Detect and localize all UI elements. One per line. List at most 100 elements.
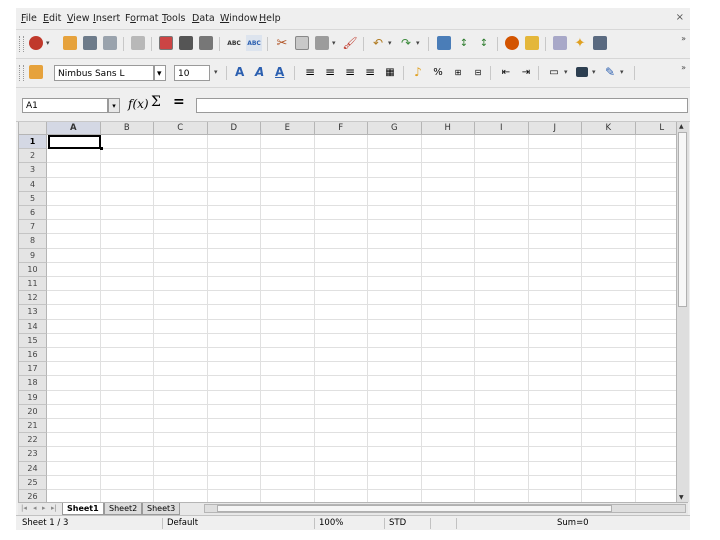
chart-icon[interactable]: [504, 35, 520, 51]
toolbar-grip[interactable]: [19, 36, 24, 52]
sum-icon[interactable]: Σ: [151, 94, 161, 110]
format-paintbrush-icon[interactable]: 🖌: [342, 35, 358, 51]
hyperlink-icon[interactable]: [436, 35, 452, 51]
email-icon[interactable]: [102, 35, 118, 51]
first-sheet-icon[interactable]: |◂: [21, 504, 27, 512]
menu-insert[interactable]: Insert: [93, 13, 120, 24]
row-header-1[interactable]: 1: [19, 135, 47, 150]
align-right-icon[interactable]: ≡: [342, 64, 358, 80]
zoom-level[interactable]: 100%: [314, 518, 380, 529]
print-preview-icon[interactable]: [198, 35, 214, 51]
select-all-corner[interactable]: [19, 122, 47, 135]
underline-button[interactable]: A: [275, 65, 284, 79]
row-header-7[interactable]: 7: [19, 220, 47, 235]
row-header-5[interactable]: 5: [19, 191, 47, 206]
row-header-10[interactable]: 10: [19, 262, 47, 277]
vertical-scroll-thumb[interactable]: [678, 132, 687, 307]
row-header-17[interactable]: 17: [19, 362, 47, 377]
column-header-d[interactable]: D: [207, 122, 261, 135]
font-color-dropdown-icon[interactable]: ▾: [620, 68, 624, 76]
column-header-g[interactable]: G: [368, 122, 422, 135]
formula-input[interactable]: [196, 98, 688, 113]
row-header-8[interactable]: 8: [19, 234, 47, 249]
data-sources-icon[interactable]: [592, 35, 608, 51]
column-header-h[interactable]: H: [421, 122, 475, 135]
font-name-dropdown-icon[interactable]: ▾: [154, 65, 166, 81]
sheet-tab-1[interactable]: Sheet1: [62, 503, 104, 515]
previous-sheet-icon[interactable]: ◂: [33, 504, 37, 512]
row-header-12[interactable]: 12: [19, 291, 47, 306]
draw-functions-icon[interactable]: [524, 35, 540, 51]
cut-icon[interactable]: ✂: [274, 35, 290, 51]
copy-icon[interactable]: [294, 35, 310, 51]
horizontal-scroll-thumb[interactable]: [217, 505, 612, 512]
save-icon[interactable]: [82, 35, 98, 51]
font-size-field[interactable]: 10: [174, 65, 210, 81]
row-header-3[interactable]: 3: [19, 163, 47, 178]
row-header-26[interactable]: 26: [19, 490, 47, 502]
row-header-19[interactable]: 19: [19, 390, 47, 405]
formatting-overflow-icon[interactable]: »: [681, 63, 686, 72]
currency-format-icon[interactable]: ♪: [410, 64, 426, 80]
column-header-c[interactable]: C: [154, 122, 208, 135]
row-header-2[interactable]: 2: [19, 149, 47, 164]
redo-icon[interactable]: ↷: [398, 35, 414, 51]
autospellcheck-icon[interactable]: ABC: [246, 35, 262, 51]
menu-help[interactable]: Help: [259, 13, 281, 24]
justify-icon[interactable]: ≡: [362, 64, 378, 80]
redo-dropdown-icon[interactable]: ▾: [416, 39, 420, 47]
font-color-icon[interactable]: ✎: [602, 64, 618, 80]
decrease-indent-icon[interactable]: ⇤: [498, 64, 514, 80]
menu-file[interactable]: File: [21, 13, 37, 24]
merge-cells-icon[interactable]: ▦: [382, 64, 398, 80]
percent-format-button[interactable]: %: [430, 64, 446, 80]
menu-format[interactable]: Format: [125, 13, 159, 24]
paste-dropdown-icon[interactable]: ▾: [332, 39, 336, 47]
row-header-13[interactable]: 13: [19, 305, 47, 320]
add-decimal-icon[interactable]: ⊟: [470, 64, 486, 80]
new-dropdown-icon[interactable]: ▾: [46, 39, 50, 47]
print-icon[interactable]: [178, 35, 194, 51]
gallery-icon[interactable]: ✦: [572, 35, 588, 51]
row-header-15[interactable]: 15: [19, 333, 47, 348]
column-header-a[interactable]: A: [47, 122, 101, 135]
scroll-up-icon[interactable]: ▲: [679, 123, 684, 130]
standard-format-icon[interactable]: ⊞: [450, 64, 466, 80]
bold-button[interactable]: A: [235, 65, 244, 79]
align-left-icon[interactable]: ≡: [302, 64, 318, 80]
spreadsheet-grid[interactable]: A B C D E F G H I J K L 1 2 3 4 5 6 7 8 9 10 11 12 13 14 15 16 17 18 1…: [18, 122, 677, 502]
edit-file-icon[interactable]: [130, 35, 146, 51]
background-color-dropdown-icon[interactable]: ▾: [592, 68, 596, 76]
function-icon[interactable]: =: [173, 94, 185, 110]
menu-data[interactable]: Data: [192, 13, 215, 24]
row-header-16[interactable]: 16: [19, 348, 47, 363]
undo-icon[interactable]: ↶: [370, 35, 386, 51]
background-color-icon[interactable]: [574, 64, 590, 80]
row-header-4[interactable]: 4: [19, 177, 47, 192]
next-sheet-icon[interactable]: ▸: [42, 504, 46, 512]
row-header-21[interactable]: 21: [19, 419, 47, 434]
row-header-11[interactable]: 11: [19, 277, 47, 292]
menu-window[interactable]: Window: [220, 13, 257, 24]
close-document-icon[interactable]: ×: [676, 12, 684, 23]
row-header-25[interactable]: 25: [19, 475, 47, 490]
sheet-tab-2[interactable]: Sheet2: [104, 503, 143, 515]
increase-indent-icon[interactable]: ⇥: [518, 64, 534, 80]
new-document-icon[interactable]: [28, 35, 44, 51]
spellcheck-icon[interactable]: ABC: [226, 35, 242, 51]
row-header-6[interactable]: 6: [19, 206, 47, 221]
row-header-18[interactable]: 18: [19, 376, 47, 391]
name-box[interactable]: A1: [22, 98, 108, 113]
menu-view[interactable]: View: [67, 13, 90, 24]
row-header-22[interactable]: 22: [19, 433, 47, 448]
paste-icon[interactable]: [314, 35, 330, 51]
styles-formatting-icon[interactable]: [28, 64, 44, 80]
font-size-dropdown-icon[interactable]: ▾: [214, 68, 218, 76]
column-header-j[interactable]: J: [528, 122, 582, 135]
column-header-i[interactable]: I: [475, 122, 529, 135]
name-box-dropdown-icon[interactable]: ▾: [108, 98, 120, 113]
navigator-icon[interactable]: [552, 35, 568, 51]
function-wizard-icon[interactable]: f(x): [128, 97, 149, 111]
menu-edit[interactable]: Edit: [43, 13, 61, 24]
scroll-down-icon[interactable]: ▼: [679, 494, 684, 501]
